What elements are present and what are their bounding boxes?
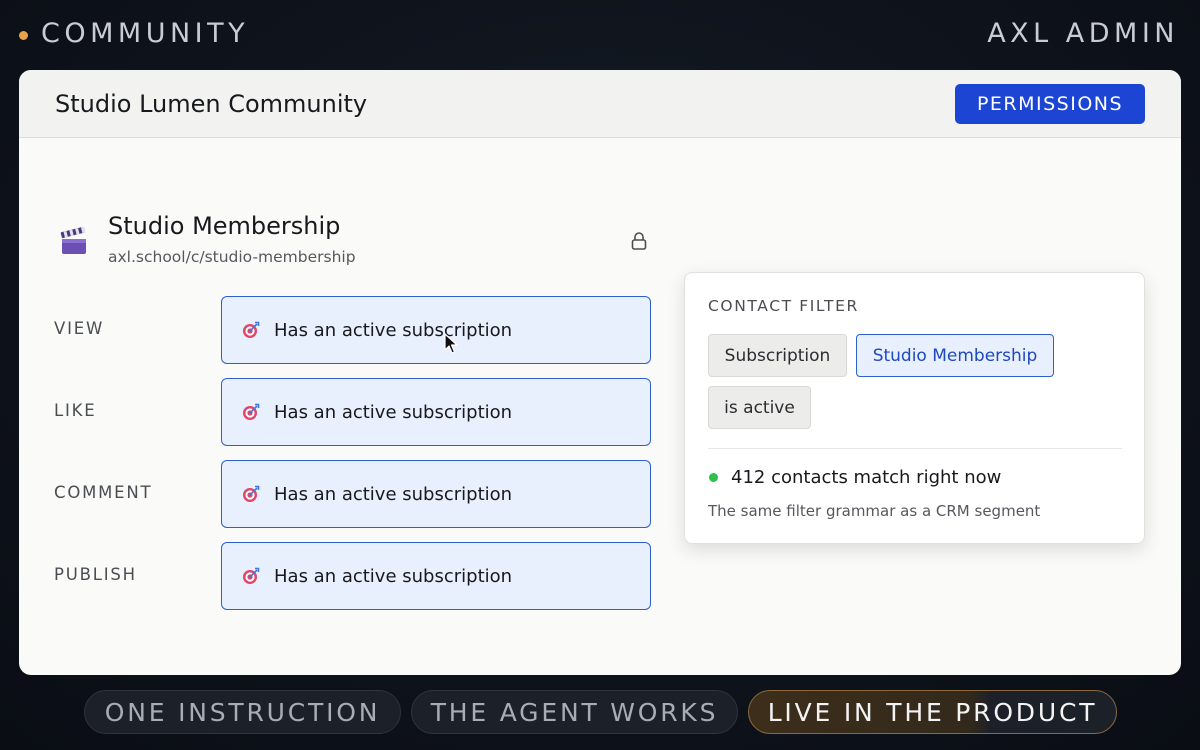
- target-icon: [243, 485, 260, 502]
- step-live-in-product[interactable]: LIVE IN THE PRODUCT: [748, 690, 1117, 734]
- permission-rule-view[interactable]: Has an active subscription: [221, 296, 651, 364]
- group-name: Studio Membership: [108, 212, 341, 240]
- permission-rule-like[interactable]: Has an active subscription: [221, 378, 651, 446]
- permission-rule-text: Has an active subscription: [274, 401, 513, 423]
- permission-rule-text: Has an active subscription: [274, 319, 513, 341]
- filter-note: The same filter grammar as a CRM segment: [708, 502, 1041, 520]
- community-card: Studio Lumen Community PERMISSIONS Studi…: [19, 70, 1181, 675]
- contact-filter-panel: CONTACT FILTER Subscription Studio Membe…: [684, 272, 1145, 544]
- step-agent-works[interactable]: THE AGENT WORKS: [411, 690, 738, 734]
- section-indicator-dot: [19, 31, 28, 40]
- filter-divider: [708, 448, 1122, 449]
- section-title: COMMUNITY: [41, 18, 250, 49]
- card-header: Studio Lumen Community PERMISSIONS: [19, 70, 1181, 138]
- permission-label-publish: PUBLISH: [54, 565, 137, 584]
- top-bar: COMMUNITY AXL ADMIN: [0, 0, 1200, 70]
- mouse-cursor-icon: [444, 333, 458, 354]
- permission-label-comment: COMMENT: [54, 483, 153, 502]
- target-icon: [243, 321, 260, 338]
- permission-rule-text: Has an active subscription: [274, 483, 513, 505]
- step-indicator: ONE INSTRUCTION THE AGENT WORKS LIVE IN …: [0, 690, 1200, 734]
- target-icon: [243, 567, 260, 584]
- lock-icon[interactable]: [630, 231, 648, 251]
- group-url: axl.school/c/studio-membership: [108, 248, 356, 266]
- filter-heading: CONTACT FILTER: [708, 297, 859, 315]
- permission-rule-publish[interactable]: Has an active subscription: [221, 542, 651, 610]
- permission-label-like: LIKE: [54, 401, 97, 420]
- community-title: Studio Lumen Community: [55, 90, 368, 118]
- permission-rule-text: Has an active subscription: [274, 565, 513, 587]
- permissions-button[interactable]: PERMISSIONS: [955, 84, 1145, 124]
- match-count: 412 contacts match right now: [731, 467, 1002, 488]
- filter-chip-subscription[interactable]: Subscription: [708, 334, 847, 377]
- target-icon: [243, 403, 260, 420]
- permission-rule-comment[interactable]: Has an active subscription: [221, 460, 651, 528]
- brand-label: AXL ADMIN: [987, 18, 1179, 49]
- filter-chip-studio-membership[interactable]: Studio Membership: [856, 334, 1054, 377]
- permission-label-view: VIEW: [54, 319, 105, 338]
- filter-chip-is-active[interactable]: is active: [708, 386, 811, 429]
- step-one-instruction[interactable]: ONE INSTRUCTION: [84, 690, 401, 734]
- status-dot: [709, 473, 718, 482]
- clapperboard-icon: [60, 227, 86, 254]
